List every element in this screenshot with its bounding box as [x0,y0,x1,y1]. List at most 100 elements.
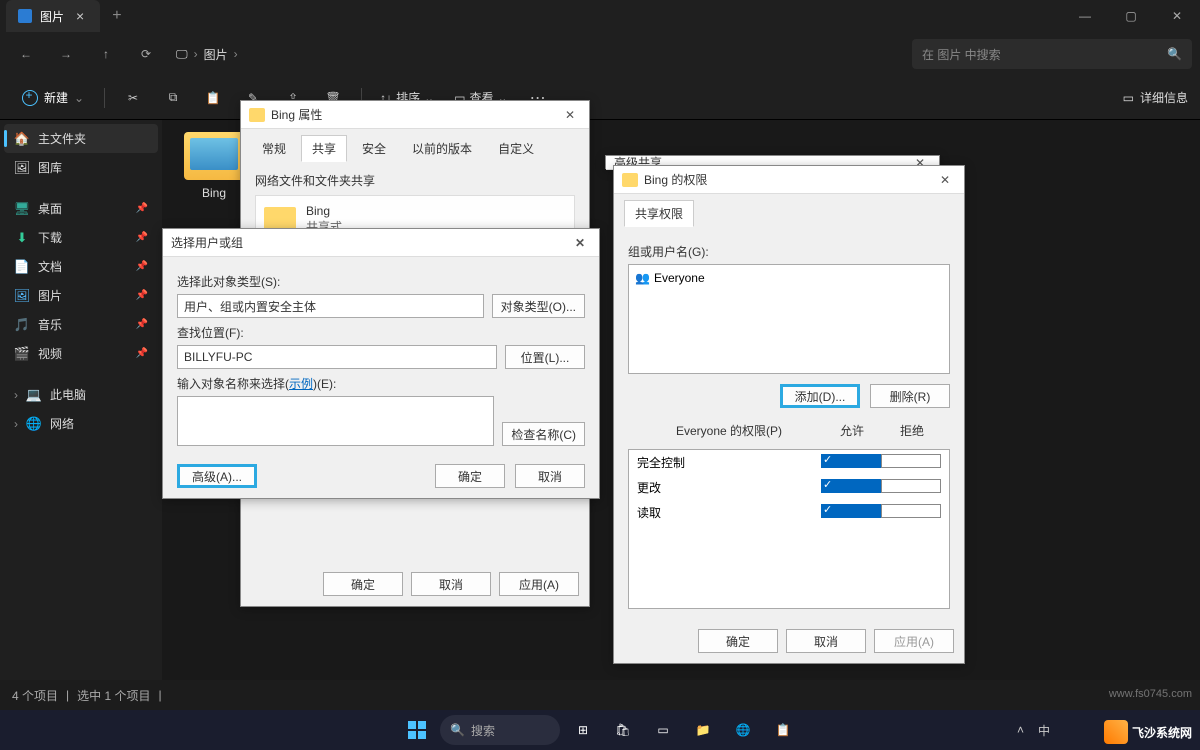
window-tab[interactable]: 图片 × [6,0,100,32]
users-icon: 👥 [635,271,650,285]
tab-share[interactable]: 共享 [301,135,347,162]
watermark-url: www.fs0745.com [1109,688,1192,700]
ok-button[interactable]: 确定 [435,464,505,488]
chevron-up-icon[interactable]: ˄ [1017,723,1024,737]
users-list[interactable]: 👥 Everyone [628,264,950,374]
new-tab-button[interactable]: + [100,7,133,25]
deny-full-checkbox[interactable] [881,454,941,468]
tab-share-perm[interactable]: 共享权限 [624,200,694,227]
sidebar-item-gallery[interactable]: 🖼图库 [4,153,158,182]
explorer-icon[interactable]: 📁 [686,713,720,747]
watermark-brand: 飞沙系统网 [1104,720,1192,744]
dialog-title: Bing 属性 [271,106,322,123]
cut-button[interactable]: ✂ [115,82,151,114]
apply-button[interactable]: 应用(A) [874,629,954,653]
titlebar: 图片 × + — ▢ ✕ [0,0,1200,32]
perm-row-read: 读取 [629,500,949,525]
system-tray[interactable]: ˄ 中 [1017,710,1050,750]
taskbar-search[interactable]: 🔍搜索 [440,715,560,745]
back-button[interactable]: ← [8,38,44,70]
cancel-button[interactable]: 取消 [411,572,491,596]
taskview-button[interactable]: ⊞ [566,713,600,747]
deny-change-checkbox[interactable] [881,479,941,493]
sidebar-item-videos[interactable]: 🎬视频📌 [4,339,158,368]
forward-button[interactable]: → [48,38,84,70]
paste-button[interactable]: 📋 [195,82,231,114]
pictures-icon [18,9,32,23]
breadcrumb-item[interactable]: 图片 [204,46,228,63]
check-names-button[interactable]: 检查名称(C) [502,422,585,446]
copy-button[interactable]: ⧉ [155,82,191,114]
search-box[interactable]: 在 图片 中搜索 🔍 [912,39,1192,69]
tab-title: 图片 [40,8,64,25]
dialog-titlebar[interactable]: Bing 的权限 ✕ [614,166,964,194]
plus-circle-icon [22,90,38,106]
minimize-button[interactable]: — [1062,0,1108,32]
details-button[interactable]: ▭ 详细信息 [1123,89,1188,106]
sidebar-item-desktop[interactable]: 🖥桌面📌 [4,194,158,223]
close-button[interactable]: ✕ [1154,0,1200,32]
sidebar-item-network[interactable]: ›🌐网络 [4,409,158,438]
section-label: 网络文件和文件夹共享 [255,172,575,189]
close-tab-icon[interactable]: × [72,8,88,24]
advanced-button[interactable]: 高级(A)... [177,464,257,488]
ok-button[interactable]: 确定 [323,572,403,596]
breadcrumb[interactable]: 🖵 › 图片 › [168,46,246,63]
close-icon[interactable]: ✕ [569,236,591,250]
deny-read-checkbox[interactable] [881,504,941,518]
status-selected: 选中 1 个项目 [77,687,150,704]
sidebar-item-documents[interactable]: 📄文档📌 [4,252,158,281]
start-button[interactable] [400,713,434,747]
cancel-button[interactable]: 取消 [515,464,585,488]
document-icon: 📄 [14,259,30,275]
sidebar-item-home[interactable]: 🏠主文件夹 [4,124,158,153]
allow-change-checkbox[interactable] [821,479,881,493]
dialog-tabs: 常规 共享 安全 以前的版本 自定义 [241,129,589,162]
tab-security[interactable]: 安全 [351,135,397,162]
name-label: 输入对象名称来选择(示例)(E): [177,375,585,392]
object-name-input[interactable] [177,396,494,446]
search-placeholder: 在 图片 中搜索 [922,46,1001,63]
new-button[interactable]: 新建 ⌄ [12,85,94,110]
app-icon[interactable]: 🛍 [606,713,640,747]
tab-general[interactable]: 常规 [251,135,297,162]
perm-for-label: Everyone 的权限(P) [636,422,822,439]
sidebar-item-downloads[interactable]: ⬇下载📌 [4,223,158,252]
tab-custom[interactable]: 自定义 [487,135,545,162]
location-button[interactable]: 位置(L)... [505,345,585,369]
sidebar-item-music[interactable]: 🎵音乐📌 [4,310,158,339]
sidebar-item-pictures[interactable]: 🖼图片📌 [4,281,158,310]
app-icon[interactable]: 📋 [766,713,800,747]
separator [104,88,105,108]
list-item[interactable]: 👥 Everyone [635,271,943,285]
chevron-right-icon: › [194,47,198,61]
edge-icon[interactable]: 🌐 [726,713,760,747]
tab-previous[interactable]: 以前的版本 [401,135,483,162]
dialog-titlebar[interactable]: 选择用户或组 ✕ [163,229,599,257]
sidebar: 🏠主文件夹 🖼图库 🖥桌面📌 ⬇下载📌 📄文档📌 🖼图片📌 🎵音乐📌 🎬视频📌 … [0,120,162,698]
apply-button[interactable]: 应用(A) [499,572,579,596]
dialog-footer: 确定 取消 应用(A) [241,562,589,606]
remove-button[interactable]: 删除(R) [870,384,950,408]
close-icon[interactable]: ✕ [934,173,956,187]
refresh-button[interactable]: ⟳ [128,38,164,70]
allow-full-checkbox[interactable] [821,454,881,468]
app-icon[interactable]: ▭ [646,713,680,747]
dialog-titlebar[interactable]: Bing 属性 ✕ [241,101,589,129]
close-icon[interactable]: ✕ [559,108,581,122]
example-link[interactable]: 示例 [289,377,313,391]
object-type-button[interactable]: 对象类型(O)... [492,294,585,318]
object-type-input[interactable] [177,294,484,318]
separator: | [66,688,69,702]
brand-icon [1104,720,1128,744]
add-button[interactable]: 添加(D)... [780,384,860,408]
lang-indicator[interactable]: 中 [1038,722,1050,739]
maximize-button[interactable]: ▢ [1108,0,1154,32]
cancel-button[interactable]: 取消 [786,629,866,653]
pin-icon: 📌 [136,203,148,214]
up-button[interactable]: ↑ [88,38,124,70]
ok-button[interactable]: 确定 [698,629,778,653]
location-input[interactable] [177,345,497,369]
sidebar-item-thispc[interactable]: ›💻此电脑 [4,380,158,409]
allow-read-checkbox[interactable] [821,504,881,518]
